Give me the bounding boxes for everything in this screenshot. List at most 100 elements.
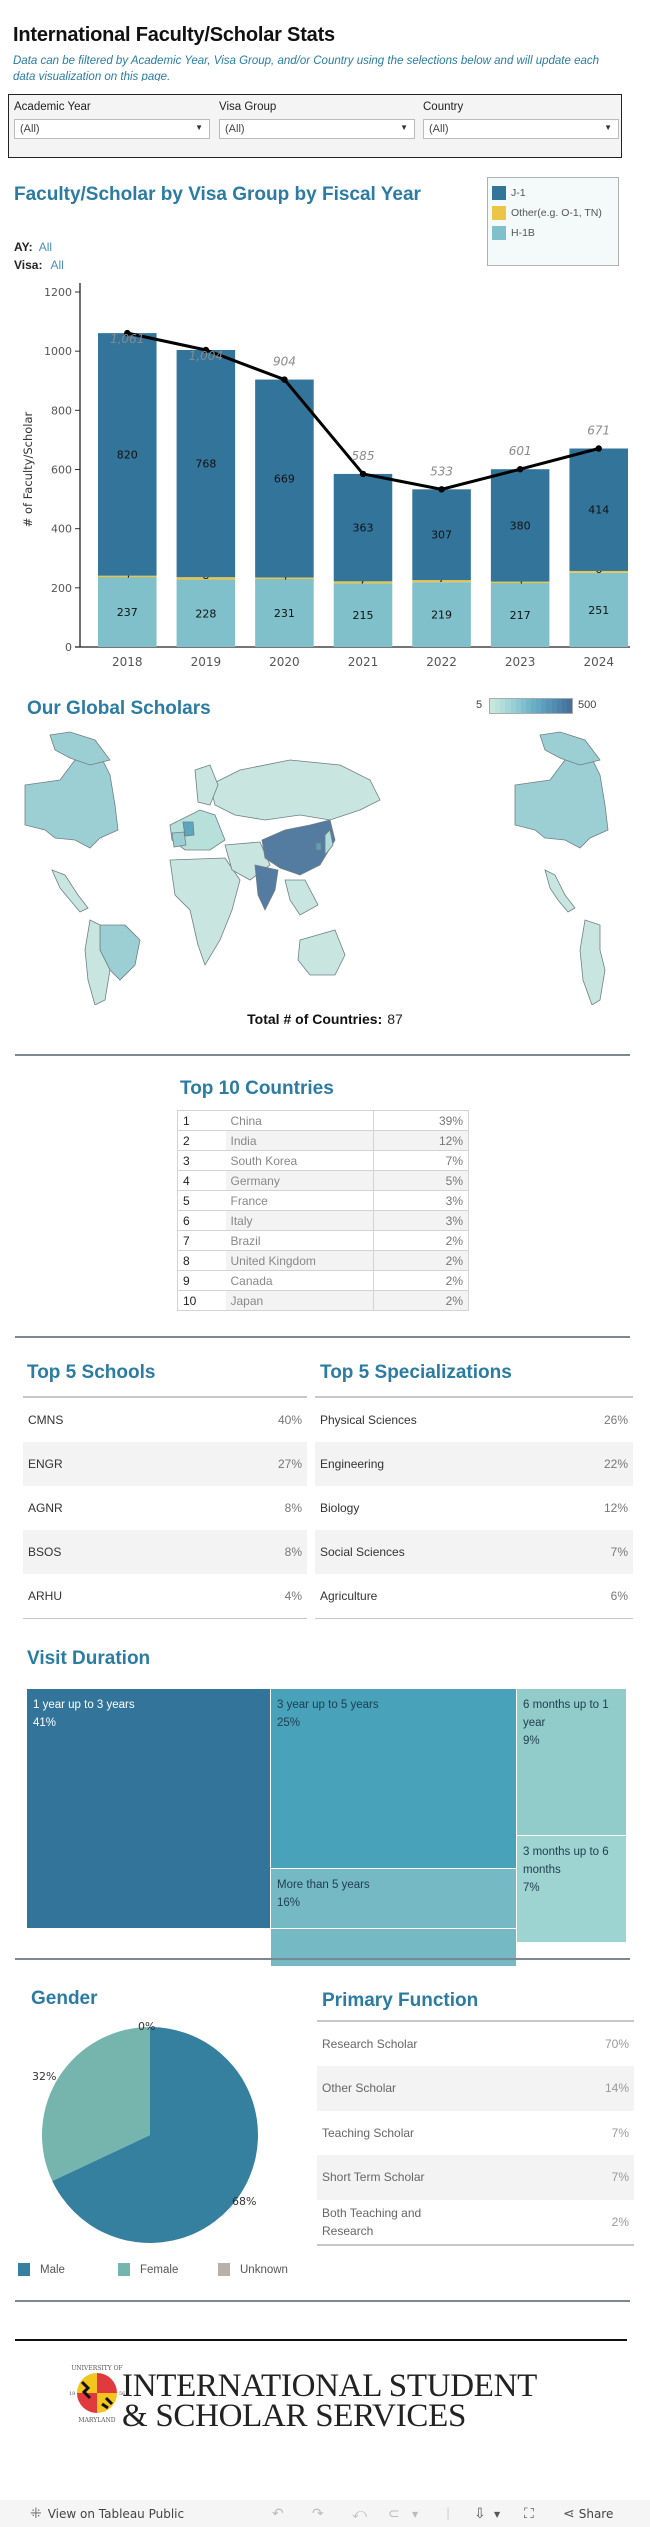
list-item[interactable]: Both Teaching and Research 2%: [317, 2199, 634, 2244]
visa-indicator: Visa: All: [14, 258, 64, 272]
total-label: 671: [587, 423, 610, 437]
revert-icon[interactable]: ⤺: [352, 2506, 367, 2522]
list-item[interactable]: Biology 12%: [315, 1485, 633, 1530]
bar-value-label: 363: [353, 522, 374, 535]
table-row[interactable]: 10 Japan 2%: [177, 1290, 469, 1311]
refresh-icon[interactable]: ⊂: [388, 2506, 400, 2522]
pct-cell: 3%: [373, 1190, 469, 1211]
rank-cell: 1: [177, 1110, 226, 1131]
bar-value-label: 307: [431, 529, 452, 542]
visa-group-dropdown[interactable]: (All) ▼: [219, 119, 415, 139]
list-item-label: Social Sciences: [320, 1544, 405, 1559]
list-item-label: AGNR: [28, 1500, 63, 1515]
table-row[interactable]: 1 China 39%: [177, 1110, 469, 1131]
top10-title: Top 10 Countries: [180, 1078, 334, 1099]
total-point: [516, 466, 524, 473]
refresh-dropdown-icon[interactable]: ▼: [412, 2510, 418, 2519]
treemap-cell-more-than-5-years-label[interactable]: More than 5 years 16%: [271, 1869, 517, 1929]
list-item-pct: 14%: [604, 2081, 629, 2096]
list-item-pct: 12%: [603, 1500, 628, 1515]
fullscreen-icon[interactable]: ⛶: [524, 2506, 534, 2522]
list-bottom-border: [23, 1617, 307, 1619]
list-item[interactable]: Agriculture 6%: [315, 1573, 633, 1618]
download-dropdown-icon[interactable]: ▼: [494, 2510, 500, 2519]
table-row[interactable]: 5 France 3%: [177, 1190, 469, 1211]
filter-panel: Academic Year (All) ▼ Visa Group (All) ▼…: [8, 94, 622, 158]
table-row[interactable]: 6 Italy 3%: [177, 1210, 469, 1231]
top-specializations-list: Physical Sciences 26% Engineering 22% Biolog…: [315, 1396, 633, 1619]
ay-indicator: AY: All: [14, 240, 52, 254]
map-country-mexico-right: [544, 869, 576, 913]
x-tick-label: 2023: [505, 655, 536, 669]
view-on-tableau-button[interactable]: ⁜ View on Tableau Public: [30, 2506, 184, 2522]
total-point: [438, 486, 445, 493]
list-item[interactable]: AGNR 8%: [23, 1485, 307, 1530]
bar-value-label: 237: [117, 606, 138, 619]
gender-legend-unknown[interactable]: Unknown: [218, 2263, 288, 2276]
country-cell: India: [225, 1130, 374, 1151]
pct-cell: 2%: [373, 1250, 469, 1271]
gender-legend-female[interactable]: Female: [118, 2263, 178, 2276]
map-country-australia: [297, 929, 346, 976]
list-item-label: Both Teaching and Research: [322, 2205, 422, 2238]
legend-item-j1[interactable]: J-1: [492, 183, 614, 203]
bar-value-label: 217: [510, 609, 531, 622]
table-row[interactable]: 7 Brazil 2%: [177, 1230, 469, 1251]
table-row[interactable]: 8 United Kingdom 2%: [177, 1250, 469, 1271]
share-button[interactable]: ⋖ Share: [563, 2506, 613, 2522]
download-icon[interactable]: ⇩: [474, 2506, 486, 2522]
map-color-legend: [489, 698, 573, 714]
treemap-cell-3-5-years[interactable]: 3 year up to 5 years 25%: [271, 1689, 517, 1869]
map-legend-step: [566, 699, 572, 713]
table-row[interactable]: 9 Canada 2%: [177, 1270, 469, 1291]
list-item[interactable]: Other Scholar 14%: [317, 2066, 634, 2111]
country-cell: Japan: [225, 1290, 374, 1311]
undo-icon[interactable]: ↶: [272, 2506, 284, 2522]
list-item-pct: 7%: [611, 2170, 629, 2185]
rank-cell: 4: [177, 1170, 226, 1191]
list-item[interactable]: ARHU 4%: [23, 1573, 307, 1618]
map-country-france: [171, 831, 187, 848]
country-cell: China: [225, 1110, 374, 1131]
list-item[interactable]: Research Scholar 70%: [317, 2021, 634, 2066]
redo-icon[interactable]: ↷: [312, 2506, 324, 2522]
bar-value-label: 820: [117, 448, 138, 461]
list-item[interactable]: BSOS 8%: [23, 1529, 307, 1574]
list-item[interactable]: Engineering 22%: [315, 1441, 633, 1486]
treemap-label: 1 year up to 3 years: [33, 1699, 135, 1711]
list-item[interactable]: CMNS 40%: [23, 1397, 307, 1442]
list-item-pct: 22%: [603, 1456, 628, 1471]
academic-year-dropdown[interactable]: (All) ▼: [14, 119, 210, 139]
map-country-mexico-left: [51, 869, 89, 913]
visa-label: Visa:: [14, 258, 43, 272]
table-row[interactable]: 4 Germany 5%: [177, 1170, 469, 1191]
list-item[interactable]: Short Term Scholar 7%: [317, 2155, 634, 2200]
umd-seal-logo: UNIVERSITY OF MARYLAND 18 56: [69, 2365, 125, 2424]
treemap-label: 6 months up to 1 year: [523, 1699, 609, 1729]
treemap-cell-3-6-months[interactable]: 3 months up to 6 months 7%: [517, 1836, 627, 1943]
y-tick-label: 400: [51, 523, 72, 536]
table-row[interactable]: 3 South Korea 7%: [177, 1150, 469, 1171]
treemap-cell-6-months-1-year[interactable]: 6 months up to 1 year 9%: [517, 1689, 627, 1836]
gender-legend-male[interactable]: Male: [18, 2263, 65, 2276]
bar-value-label: 414: [588, 504, 609, 517]
legend-item-h1b[interactable]: H-1B: [492, 223, 614, 243]
table-row[interactable]: 2 India 12%: [177, 1130, 469, 1151]
list-item-label: Research Scholar: [322, 2036, 418, 2051]
treemap-cell-1-3-years[interactable]: 1 year up to 3 years 41%: [27, 1689, 271, 1929]
list-item[interactable]: Teaching Scholar 7%: [317, 2110, 634, 2155]
filter-label: Country: [423, 101, 464, 113]
pie-label: 32%: [32, 2070, 56, 2083]
list-item[interactable]: Social Sciences 7%: [315, 1529, 633, 1574]
list-item[interactable]: Physical Sciences 26%: [315, 1397, 633, 1442]
list-item[interactable]: ENGR 27%: [23, 1441, 307, 1486]
map-country-china: [261, 819, 336, 876]
y-tick-label: 1200: [44, 286, 72, 299]
world-map[interactable]: [0, 730, 650, 1005]
filter-label: Visa Group: [219, 101, 277, 113]
country-dropdown[interactable]: (All) ▼: [423, 119, 619, 139]
legend-item-other[interactable]: Other(e.g. O-1, TN): [492, 203, 614, 223]
top10-table: 1 China 39% 2 India 12% 3 South Korea 7% 4 Germany…: [177, 1110, 469, 1311]
rank-cell: 7: [177, 1230, 226, 1251]
rank-cell: 8: [177, 1250, 226, 1271]
